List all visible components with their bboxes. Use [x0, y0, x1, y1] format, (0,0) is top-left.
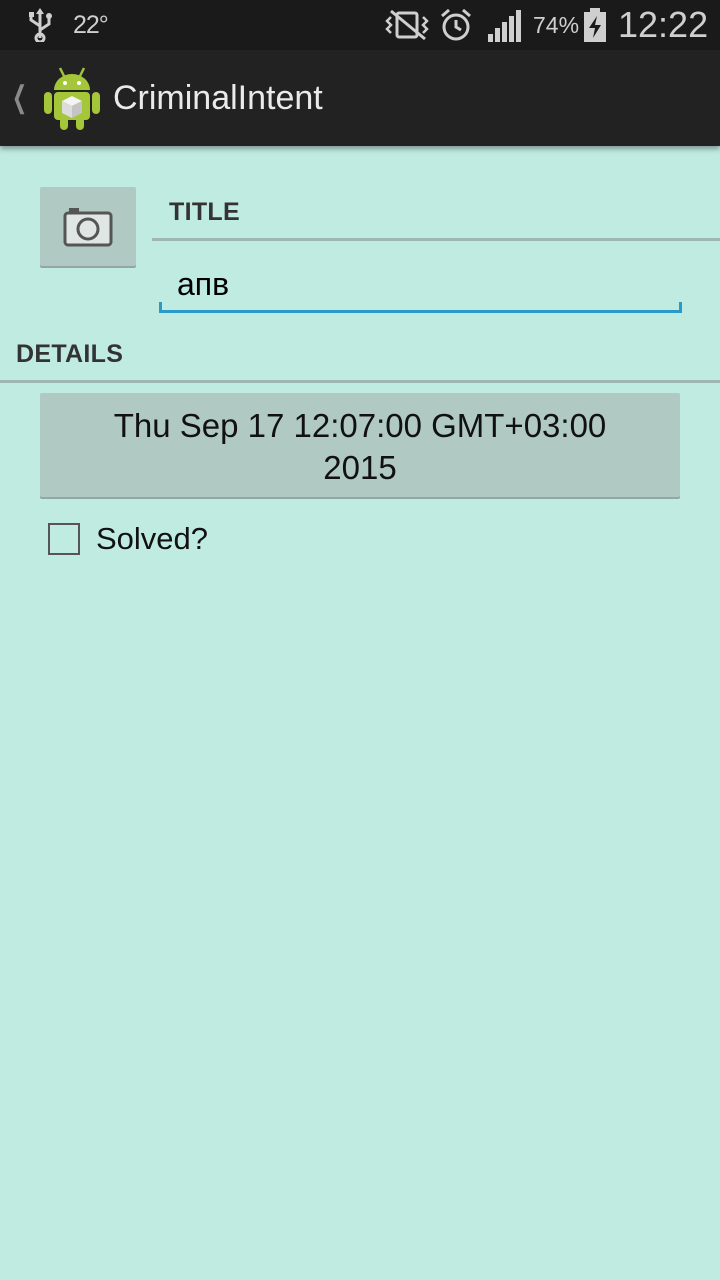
crime-title-input[interactable]	[160, 258, 681, 313]
signal-icon	[488, 10, 521, 42]
input-edge-right	[679, 302, 682, 313]
up-caret-icon[interactable]: ❮	[12, 80, 27, 115]
details-divider	[0, 380, 720, 383]
action-bar: ❮ CriminalIntent	[0, 50, 720, 146]
clock-text: 12:22	[618, 4, 709, 45]
usb-icon	[29, 8, 52, 42]
date-line-1: Thu Sep 17 12:07:00 GMT+03:00	[113, 407, 607, 444]
mute-vibrate-icon	[385, 9, 429, 41]
app-title: CriminalIntent	[113, 79, 323, 117]
details-header: DETAILS	[16, 340, 124, 368]
android-app-icon[interactable]	[42, 64, 102, 132]
status-bar: 22° 74% 12:22	[0, 0, 720, 50]
solved-checkbox[interactable]	[48, 523, 80, 555]
photo-button[interactable]	[40, 187, 136, 266]
temperature-text: 22°	[73, 11, 109, 39]
input-edge-left	[159, 302, 162, 313]
date-button[interactable]: Thu Sep 17 12:07:00 GMT+03:00 2015	[40, 393, 680, 497]
date-line-2: 2015	[323, 449, 397, 486]
solved-label[interactable]: Solved?	[96, 521, 208, 557]
alarm-icon	[441, 8, 471, 41]
battery-percent-text: 74%	[533, 12, 580, 38]
camera-icon	[63, 208, 113, 247]
title-header: TITLE	[169, 198, 240, 226]
battery-charging-icon	[584, 8, 606, 42]
title-divider	[152, 238, 720, 241]
